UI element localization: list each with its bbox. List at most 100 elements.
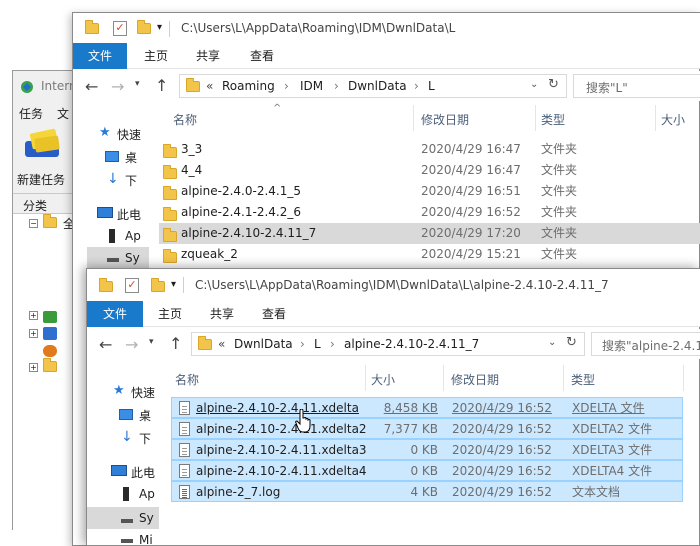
- recent-locations-chevron-icon[interactable]: ▾: [149, 337, 154, 347]
- column-header-size[interactable]: 大小: [371, 371, 421, 388]
- refresh-icon[interactable]: ↻: [566, 335, 577, 350]
- qat-dropdown-icon[interactable]: ▾: [171, 279, 176, 290]
- breadcrumb-dwnldata[interactable]: DwnlData: [234, 337, 298, 351]
- idm-app-icon: [19, 80, 35, 94]
- item-date: 2020/4/29 16:52: [452, 485, 552, 499]
- properties-icon[interactable]: ✓: [125, 278, 139, 293]
- up-arrow-icon[interactable]: ↑: [169, 334, 182, 353]
- nav-this-pc[interactable]: 此电: [117, 206, 147, 223]
- idm-menu-task[interactable]: 任务: [19, 105, 47, 122]
- address-bar[interactable]: « DwnlData › L › alpine-2.4.10-2.4.11_7 …: [191, 332, 585, 356]
- divider: [655, 105, 656, 131]
- tab-home[interactable]: 主页: [131, 43, 181, 69]
- ribbon-tabs: 文件 主页 共享 查看: [73, 43, 700, 69]
- column-header-type[interactable]: 类型: [571, 371, 631, 388]
- breadcrumb-separator-icon[interactable]: ›: [334, 79, 339, 93]
- list-item[interactable]: zqueak_2 2020/4/29 15:21 文件夹: [159, 244, 700, 265]
- folder-icon: [186, 78, 200, 95]
- list-item[interactable]: 3_3 2020/4/29 16:47 文件夹: [159, 139, 700, 160]
- tree-expand-toggle[interactable]: +: [29, 329, 38, 338]
- tree-collapse-toggle[interactable]: −: [29, 219, 38, 228]
- tab-share[interactable]: 共享: [183, 43, 233, 69]
- forward-arrow-icon[interactable]: →: [125, 335, 138, 354]
- column-header-type[interactable]: 类型: [541, 111, 601, 128]
- recent-locations-chevron-icon[interactable]: ▾: [135, 79, 140, 89]
- nav-drive-ap[interactable]: Ap: [139, 487, 159, 501]
- nav-drive-ap[interactable]: Ap: [125, 229, 147, 243]
- column-header-size[interactable]: 大小: [661, 111, 700, 128]
- tab-view[interactable]: 查看: [249, 301, 299, 327]
- nav-downloads[interactable]: 下: [139, 430, 159, 447]
- tab-file[interactable]: 文件: [73, 43, 127, 69]
- search-box[interactable]: 搜索"alpine-2.4.10: [591, 332, 700, 356]
- breadcrumb-overflow[interactable]: «: [206, 79, 220, 93]
- tab-share[interactable]: 共享: [197, 301, 247, 327]
- search-input[interactable]: 搜索"alpine-2.4.10: [602, 337, 700, 354]
- qat-dropdown-icon[interactable]: ▾: [157, 22, 162, 33]
- column-header-name[interactable]: 名称: [173, 111, 253, 128]
- address-bar[interactable]: « Roaming › IDM › DwnlData › L ⌄ ↻: [179, 74, 567, 98]
- breadcrumb-separator-icon[interactable]: ›: [284, 79, 289, 93]
- address-dropdown-icon[interactable]: ⌄: [530, 79, 538, 90]
- download-arrow-icon: ↓: [107, 171, 119, 187]
- search-input[interactable]: 搜索"L": [586, 79, 696, 96]
- nav-drive-sy[interactable]: Sy: [125, 251, 147, 265]
- nav-this-pc[interactable]: 此电: [131, 464, 159, 481]
- breadcrumb-overflow[interactable]: «: [218, 337, 232, 351]
- breadcrumb-separator-icon[interactable]: ›: [414, 79, 419, 93]
- breadcrumb-l[interactable]: L: [314, 337, 328, 351]
- sort-ascending-icon: ^: [273, 103, 282, 114]
- breadcrumb-l[interactable]: L: [428, 79, 448, 93]
- breadcrumb-separator-icon[interactable]: ›: [300, 337, 305, 351]
- drive-icon: [123, 487, 129, 501]
- nav-drive-mi[interactable]: Mi: [139, 533, 159, 546]
- search-box[interactable]: 搜索"L": [573, 74, 700, 98]
- table-row[interactable]: alpine-2.4.10-2.4.11.xdelta3 0 KB 2020/4…: [171, 439, 683, 460]
- item-type: XDELTA3 文件: [572, 443, 653, 457]
- back-arrow-icon[interactable]: ←: [99, 335, 112, 354]
- nav-desktop[interactable]: 桌: [139, 407, 159, 424]
- forward-arrow-icon[interactable]: →: [111, 77, 124, 96]
- tab-file[interactable]: 文件: [87, 301, 143, 327]
- breadcrumb-dwnldata[interactable]: DwnlData: [348, 79, 412, 93]
- new-folder-icon[interactable]: [151, 278, 165, 295]
- item-type: XDELTA 文件: [572, 401, 645, 415]
- table-row[interactable]: alpine-2_7.log 4 KB 2020/4/29 16:52 文本文档: [171, 481, 683, 502]
- item-name: zqueak_2: [181, 247, 238, 261]
- nav-quick-access[interactable]: 快速: [117, 126, 147, 143]
- list-item[interactable]: alpine-2.4.1-2.4.2_6 2020/4/29 16:52 文件夹: [159, 202, 700, 223]
- breadcrumb-roaming[interactable]: Roaming: [222, 79, 280, 93]
- list-item[interactable]: alpine-2.4.0-2.4.1_5 2020/4/29 16:51 文件夹: [159, 181, 700, 202]
- list-item[interactable]: alpine-2.4.10-2.4.11_7 2020/4/29 17:20 文…: [159, 223, 700, 244]
- nav-desktop[interactable]: 桌: [125, 149, 147, 166]
- properties-icon[interactable]: ✓: [113, 21, 127, 36]
- breadcrumb-alpine[interactable]: alpine-2.4.10-2.4.11_7: [344, 337, 494, 351]
- back-arrow-icon[interactable]: ←: [85, 77, 98, 96]
- tree-expand-toggle[interactable]: +: [29, 311, 38, 320]
- breadcrumb-idm[interactable]: IDM: [300, 79, 334, 93]
- nav-drive-sy[interactable]: Sy: [139, 511, 159, 525]
- list-item[interactable]: 4_4 2020/4/29 16:47 文件夹: [159, 160, 700, 181]
- tab-home[interactable]: 主页: [145, 301, 195, 327]
- column-header-name[interactable]: 名称: [175, 371, 255, 388]
- breadcrumb-separator-icon[interactable]: ›: [330, 337, 335, 351]
- system-drive-icon: [107, 258, 119, 262]
- drive-icon: [121, 539, 133, 543]
- table-row[interactable]: alpine-2.4.10-2.4.11.xdelta2 7,377 KB 20…: [171, 418, 683, 439]
- address-dropdown-icon[interactable]: ⌄: [548, 337, 556, 348]
- refresh-icon[interactable]: ↻: [548, 77, 559, 92]
- nav-quick-access[interactable]: 快速: [131, 384, 159, 401]
- column-header-date[interactable]: 修改日期: [421, 111, 501, 128]
- column-header-date[interactable]: 修改日期: [451, 371, 531, 388]
- table-row[interactable]: alpine-2.4.10-2.4.11.xdelta 8,458 KB 202…: [171, 397, 683, 418]
- folder-icon: [99, 278, 113, 295]
- navigation-pane: ★ 快速 桌 ↓ 下 此电 Ap Sy Mi: [87, 369, 159, 546]
- new-task-icon[interactable]: [21, 127, 69, 171]
- tab-view[interactable]: 查看: [237, 43, 287, 69]
- tree-expand-toggle[interactable]: +: [29, 363, 38, 372]
- item-name: alpine-2.4.10-2.4.11.xdelta4: [196, 464, 367, 478]
- table-row[interactable]: alpine-2.4.10-2.4.11.xdelta4 0 KB 2020/4…: [171, 460, 683, 481]
- up-arrow-icon[interactable]: ↑: [155, 76, 168, 95]
- nav-downloads[interactable]: 下: [125, 172, 147, 189]
- new-folder-icon[interactable]: [137, 20, 151, 37]
